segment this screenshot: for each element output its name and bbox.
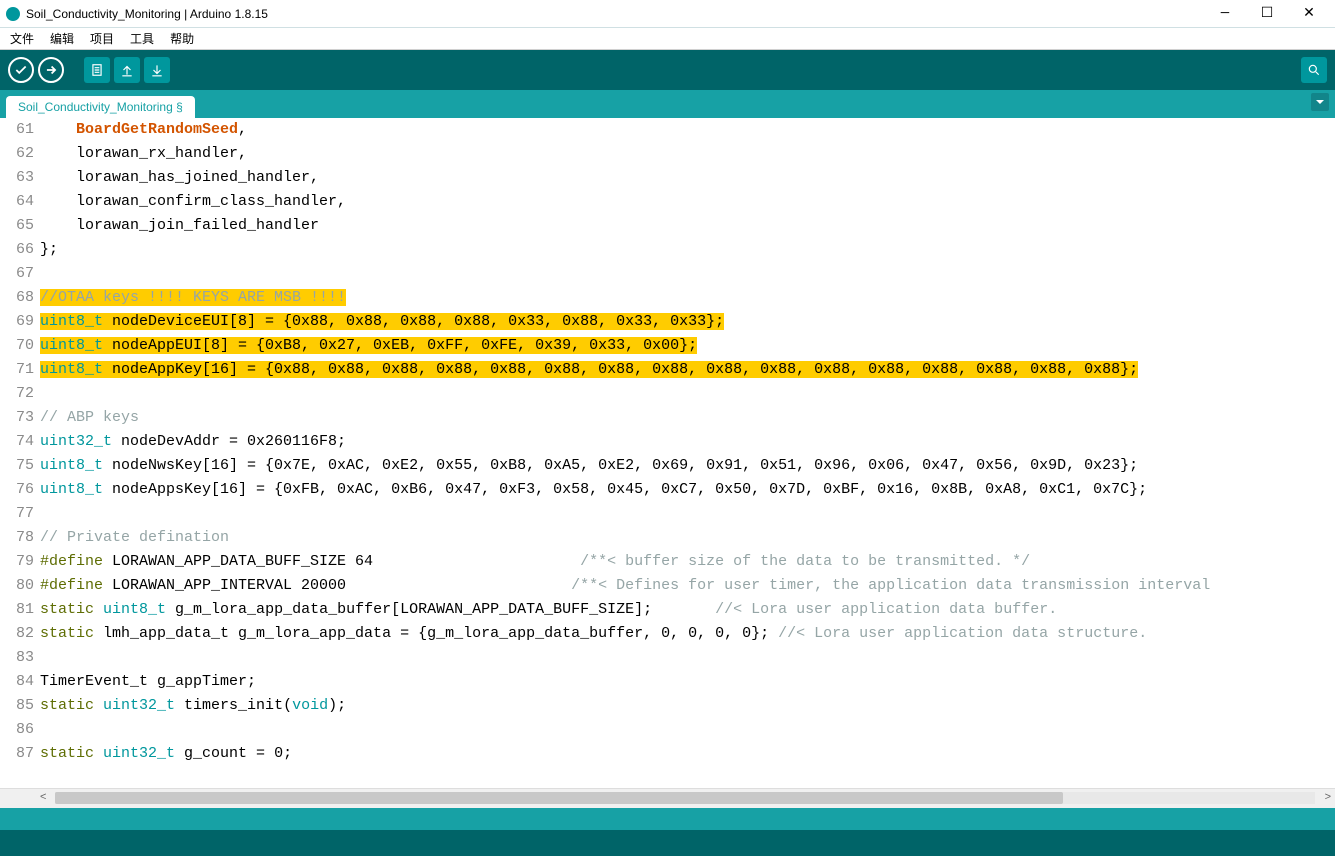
menu-file[interactable]: 文件 (4, 28, 40, 49)
line-number: 63 (0, 166, 34, 190)
line-number: 78 (0, 526, 34, 550)
line-number: 76 (0, 478, 34, 502)
code-line[interactable]: static uint32_t timers_init(void); (40, 694, 1335, 718)
line-number: 65 (0, 214, 34, 238)
arrow-up-icon (120, 63, 134, 77)
arduino-app-icon (6, 7, 20, 21)
minimize-button[interactable]: ─ (1205, 2, 1245, 26)
scroll-right-arrow[interactable]: > (1325, 791, 1331, 803)
code-line[interactable]: //OTAA keys !!!! KEYS ARE MSB !!!! (40, 286, 1335, 310)
toolbar-left (8, 57, 170, 83)
verify-button[interactable] (8, 57, 34, 83)
code-line[interactable]: lorawan_join_failed_handler (40, 214, 1335, 238)
line-number: 67 (0, 262, 34, 286)
line-number: 75 (0, 454, 34, 478)
line-number: 64 (0, 190, 34, 214)
maximize-button[interactable]: ☐ (1247, 2, 1287, 26)
arrow-down-icon (150, 63, 164, 77)
menu-help[interactable]: 帮助 (164, 28, 200, 49)
code-line[interactable] (40, 382, 1335, 406)
window-title: Soil_Conductivity_Monitoring | Arduino 1… (26, 7, 268, 21)
menu-project[interactable]: 项目 (84, 28, 120, 49)
code-line[interactable] (40, 646, 1335, 670)
code-line[interactable]: static lmh_app_data_t g_m_lora_app_data … (40, 622, 1335, 646)
line-number: 68 (0, 286, 34, 310)
line-number: 82 (0, 622, 34, 646)
line-number: 70 (0, 334, 34, 358)
serial-monitor-button[interactable] (1301, 57, 1327, 83)
status-bar (0, 830, 1335, 856)
code-line[interactable]: // Private defination (40, 526, 1335, 550)
code-line[interactable]: uint8_t nodeNwsKey[16] = {0x7E, 0xAC, 0x… (40, 454, 1335, 478)
arrow-right-icon (44, 63, 58, 77)
line-number: 85 (0, 694, 34, 718)
code-line[interactable]: TimerEvent_t g_appTimer; (40, 670, 1335, 694)
line-number: 62 (0, 142, 34, 166)
file-icon (90, 63, 104, 77)
code-line[interactable]: uint32_t nodeDevAddr = 0x260116F8; (40, 430, 1335, 454)
toolbar-right (1301, 57, 1327, 83)
horizontal-scrollbar[interactable]: < > (0, 788, 1335, 808)
save-button[interactable] (144, 57, 170, 83)
line-number: 71 (0, 358, 34, 382)
line-number: 69 (0, 310, 34, 334)
menu-bar: 文件 编辑 项目 工具 帮助 (0, 28, 1335, 50)
line-number: 73 (0, 406, 34, 430)
new-button[interactable] (84, 57, 110, 83)
line-number: 83 (0, 646, 34, 670)
line-number: 74 (0, 430, 34, 454)
code-line[interactable]: lorawan_has_joined_handler, (40, 166, 1335, 190)
line-number: 66 (0, 238, 34, 262)
sketch-tab-label: Soil_Conductivity_Monitoring § (18, 100, 183, 114)
tab-menu-button[interactable] (1311, 93, 1329, 111)
sketch-tab[interactable]: Soil_Conductivity_Monitoring § (6, 96, 195, 118)
code-line[interactable]: BoardGetRandomSeed, (40, 118, 1335, 142)
open-button[interactable] (114, 57, 140, 83)
code-line[interactable]: #define LORAWAN_APP_DATA_BUFF_SIZE 64 /*… (40, 550, 1335, 574)
line-number: 77 (0, 502, 34, 526)
code-line[interactable]: }; (40, 238, 1335, 262)
magnifier-icon (1307, 63, 1321, 77)
toolbar (0, 50, 1335, 90)
menu-tools[interactable]: 工具 (124, 28, 160, 49)
code-area[interactable]: BoardGetRandomSeed, lorawan_rx_handler, … (40, 118, 1335, 788)
line-number: 79 (0, 550, 34, 574)
scroll-track[interactable] (55, 792, 1315, 804)
scroll-left-arrow[interactable]: < (40, 791, 46, 803)
upload-button[interactable] (38, 57, 64, 83)
line-number: 72 (0, 382, 34, 406)
code-line[interactable]: static uint32_t g_count = 0; (40, 742, 1335, 766)
line-number: 86 (0, 718, 34, 742)
line-number: 80 (0, 574, 34, 598)
line-number: 84 (0, 670, 34, 694)
code-line[interactable]: lorawan_confirm_class_handler, (40, 190, 1335, 214)
code-line[interactable]: // ABP keys (40, 406, 1335, 430)
code-line[interactable]: lorawan_rx_handler, (40, 142, 1335, 166)
line-number-gutter: 6162636465666768697071727374757677787980… (0, 118, 40, 788)
titlebar-left: Soil_Conductivity_Monitoring | Arduino 1… (6, 7, 268, 21)
code-line[interactable]: #define LORAWAN_APP_INTERVAL 20000 /**< … (40, 574, 1335, 598)
check-icon (14, 63, 28, 77)
code-line[interactable] (40, 502, 1335, 526)
chevron-down-icon (1315, 97, 1325, 107)
line-number: 81 (0, 598, 34, 622)
window-controls: ─ ☐ ✕ (1205, 2, 1329, 26)
menu-edit[interactable]: 编辑 (44, 28, 80, 49)
code-line[interactable] (40, 262, 1335, 286)
code-line[interactable] (40, 718, 1335, 742)
console-header (0, 808, 1335, 830)
tab-bar: Soil_Conductivity_Monitoring § (0, 90, 1335, 118)
code-line[interactable]: uint8_t nodeAppsKey[16] = {0xFB, 0xAC, 0… (40, 478, 1335, 502)
close-button[interactable]: ✕ (1289, 2, 1329, 26)
code-line[interactable]: uint8_t nodeAppEUI[8] = {0xB8, 0x27, 0xE… (40, 334, 1335, 358)
code-line[interactable]: static uint8_t g_m_lora_app_data_buffer[… (40, 598, 1335, 622)
scroll-thumb[interactable] (55, 792, 1063, 804)
code-editor[interactable]: 6162636465666768697071727374757677787980… (0, 118, 1335, 788)
line-number: 61 (0, 118, 34, 142)
code-line[interactable]: uint8_t nodeAppKey[16] = {0x88, 0x88, 0x… (40, 358, 1335, 382)
line-number: 87 (0, 742, 34, 766)
window-titlebar: Soil_Conductivity_Monitoring | Arduino 1… (0, 0, 1335, 28)
code-line[interactable]: uint8_t nodeDeviceEUI[8] = {0x88, 0x88, … (40, 310, 1335, 334)
